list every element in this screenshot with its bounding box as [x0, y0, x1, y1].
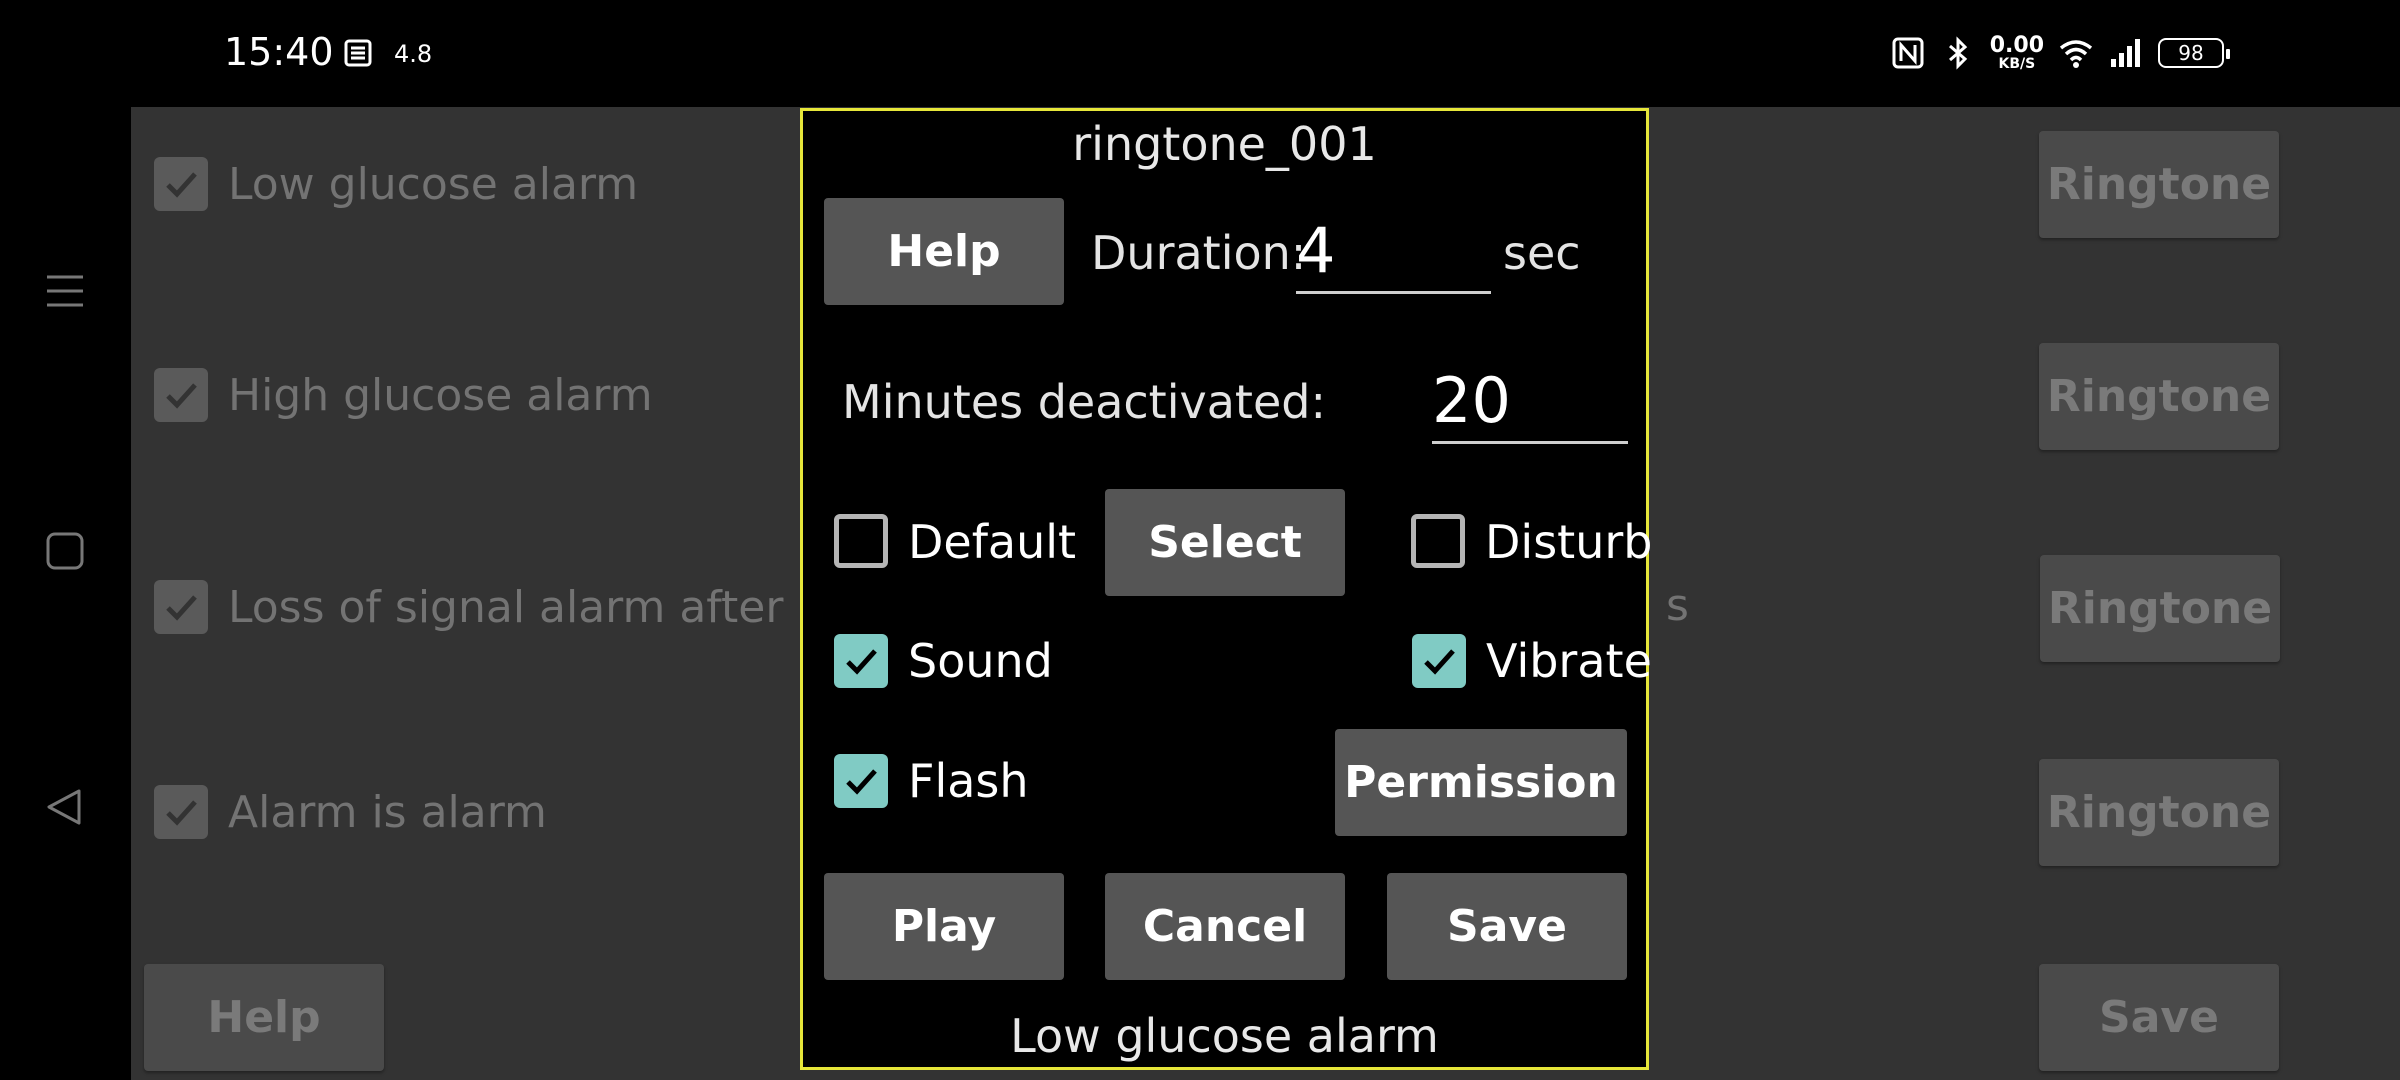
- network-speed: 0.00 KB/S: [1989, 33, 2044, 72]
- bg-row-high-glucose[interactable]: High glucose alarm: [154, 368, 653, 422]
- checkmark-icon: [1424, 649, 1455, 675]
- nfc-icon: [1892, 37, 1924, 69]
- help-button[interactable]: Help: [144, 964, 384, 1071]
- home-square-icon[interactable]: [45, 531, 85, 571]
- sound-checkbox[interactable]: [834, 634, 888, 688]
- disturb-checkbox[interactable]: [1411, 514, 1465, 568]
- default-checkbox[interactable]: [834, 514, 888, 568]
- battery-icon: 98: [2158, 38, 2230, 68]
- ringtone-button[interactable]: Ringtone: [2039, 759, 2279, 866]
- bg-row-label: Loss of signal alarm after: [228, 581, 784, 633]
- minutes-deactivated-label: Minutes deactivated:: [842, 375, 1326, 429]
- navigation-rail: [0, 107, 131, 1080]
- network-speed-value: 0.00: [1989, 33, 2044, 58]
- checkmark-icon: [846, 649, 877, 675]
- notification-value: 4.8: [394, 40, 433, 68]
- menu-icon[interactable]: [45, 271, 85, 311]
- duration-label: Duration:: [1091, 226, 1307, 280]
- permission-button[interactable]: Permission: [1335, 729, 1627, 836]
- vibrate-label: Vibrate: [1486, 634, 1652, 688]
- cancel-button[interactable]: Cancel: [1105, 873, 1345, 980]
- status-bar: 15:40 4.8 0.00 KB/S 98: [0, 0, 2400, 107]
- bg-row-label: Alarm is alarm: [228, 786, 547, 838]
- network-speed-unit: KB/S: [1998, 56, 2036, 72]
- ringtone-button[interactable]: Ringtone: [2039, 343, 2279, 450]
- bg-row-alarm-is-alarm[interactable]: Alarm is alarm: [154, 785, 547, 839]
- flash-checkbox[interactable]: [834, 754, 888, 808]
- disturb-label: Disturb: [1485, 515, 1653, 569]
- dialog-title: ringtone_001: [1072, 117, 1377, 171]
- status-icons: 0.00 KB/S 98: [1890, 30, 2230, 76]
- dialog-footer-alarm-name: Low glucose alarm: [1010, 1009, 1439, 1063]
- save-button[interactable]: Save: [2039, 964, 2279, 1071]
- bg-row-low-glucose[interactable]: Low glucose alarm: [154, 157, 638, 211]
- cell-signal-icon: [2111, 39, 2140, 67]
- sound-label: Sound: [908, 634, 1053, 688]
- save-button[interactable]: Save: [1387, 873, 1627, 980]
- bg-row-label: High glucose alarm: [228, 369, 653, 421]
- checkbox-checked-icon[interactable]: [154, 368, 208, 422]
- status-time: 15:40: [224, 30, 334, 74]
- back-triangle-icon[interactable]: [45, 787, 85, 827]
- checkbox-checked-icon[interactable]: [154, 580, 208, 634]
- checkbox-checked-icon[interactable]: [154, 157, 208, 211]
- ringtone-dialog: ringtone_001 Help Duration: sec Minutes …: [800, 108, 1653, 1070]
- ringtone-button[interactable]: Ringtone: [2039, 131, 2279, 238]
- vibrate-checkbox[interactable]: [1412, 634, 1466, 688]
- play-button[interactable]: Play: [824, 873, 1064, 980]
- bluetooth-icon: [1948, 36, 1967, 70]
- help-button[interactable]: Help: [824, 198, 1064, 305]
- bg-row-label: Low glucose alarm: [228, 158, 639, 210]
- minutes-deactivated-input[interactable]: [1432, 364, 1628, 444]
- duration-unit: sec: [1503, 226, 1581, 280]
- checkmark-icon: [846, 769, 877, 795]
- checkbox-checked-icon[interactable]: [154, 785, 208, 839]
- ringtone-button[interactable]: Ringtone: [2040, 555, 2280, 662]
- duration-input[interactable]: [1296, 214, 1491, 294]
- default-label: Default: [908, 515, 1077, 569]
- battery-level: 98: [2178, 41, 2204, 65]
- bg-row-loss-of-signal[interactable]: Loss of signal alarm after: [154, 580, 783, 634]
- flash-label: Flash: [908, 754, 1029, 808]
- select-button[interactable]: Select: [1105, 489, 1345, 596]
- wifi-icon: [2059, 40, 2093, 68]
- bg-partial-text: s: [1666, 580, 1689, 631]
- notification-list-icon: [344, 39, 372, 67]
